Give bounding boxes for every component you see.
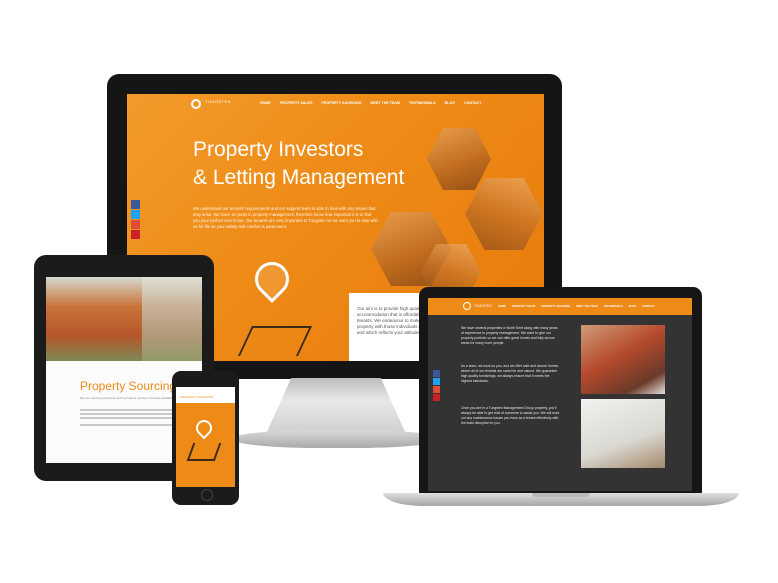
pinterest-icon[interactable] [131, 230, 140, 239]
hero-photo-houses [465, 178, 543, 250]
desktop-nav-menu: HOME PROPERTY SALES PROPERTY SOURCING ME… [260, 101, 481, 105]
monitor-stand-base [232, 430, 442, 448]
laptop-opening-notch [532, 493, 590, 497]
nav-item-property-sourcing[interactable]: PROPERTY SOURCING [321, 101, 361, 105]
laptop-paragraph-1: We have several properties in North Kent… [461, 326, 558, 345]
hero-title: Property Investors & Letting Management [193, 136, 404, 192]
hero-title-line2: & Letting Management [193, 166, 405, 189]
text-line [80, 424, 176, 426]
location-pin-icon [247, 254, 297, 304]
nav-item-contact[interactable]: CONTACT [464, 101, 481, 105]
tablet-photo-tree [142, 277, 202, 361]
nav-item-blog[interactable]: BLOG [629, 305, 637, 308]
home-icon [186, 443, 222, 461]
nav-item-blog[interactable]: BLOG [445, 101, 455, 105]
laptop-screen: TUNGSTEN HOME PROPERTY SALES PROPERTY SO… [428, 298, 692, 491]
laptop-paragraph-2: As a team, we work so you, and we offer … [461, 364, 559, 383]
monitor-stand-neck [266, 378, 406, 434]
nav-item-property-sales[interactable]: PROPERTY SALES [512, 305, 536, 308]
nav-item-property-sales[interactable]: PROPERTY SALES [280, 101, 313, 105]
google-plus-icon[interactable] [433, 386, 440, 393]
nav-item-home[interactable]: HOME [260, 101, 271, 105]
logo-icon[interactable] [191, 99, 201, 109]
nav-item-home[interactable]: HOME [498, 305, 506, 308]
logo-icon[interactable] [463, 302, 471, 310]
laptop-photo-house-exterior [581, 325, 665, 394]
nav-item-meet-the-team[interactable]: MEET THE TEAM [576, 305, 597, 308]
phone-screen: PROPERTY SOURCING [176, 387, 235, 487]
text-line [80, 413, 180, 415]
desktop-navbar: TUNGSTEN HOME PROPERTY SALES PROPERTY SO… [127, 94, 544, 114]
laptop-navbar: TUNGSTEN HOME PROPERTY SALES PROPERTY SO… [428, 298, 692, 315]
facebook-icon[interactable] [131, 200, 140, 209]
twitter-icon[interactable] [433, 378, 440, 385]
google-plus-icon[interactable] [131, 220, 140, 229]
phone-home-button[interactable] [201, 489, 213, 501]
hero-title-line1: Property Investors [193, 138, 364, 161]
hero-photo-family [427, 128, 491, 190]
logo-text[interactable]: TUNGSTEN [474, 304, 492, 308]
nav-item-contact[interactable]: CONTACT [642, 305, 655, 308]
hero-paragraph: We understand our tenants' requirements … [193, 206, 378, 229]
nav-item-testimonials[interactable]: TESTIMONIALS [409, 101, 436, 105]
laptop-nav-menu: HOME PROPERTY SALES PROPERTY SOURCING ME… [498, 305, 655, 308]
logo-text[interactable]: TUNGSTEN [205, 100, 231, 104]
facebook-icon[interactable] [433, 370, 440, 377]
phone-header-text: PROPERTY SOURCING [180, 395, 214, 399]
nav-item-property-sourcing[interactable]: PROPERTY SOURCING [541, 305, 570, 308]
location-pin-icon [192, 416, 216, 440]
laptop-paragraph-3: Once you are in a Tungsten Management Gr… [461, 406, 560, 425]
nav-item-testimonials[interactable]: TESTIMONIALS [603, 305, 622, 308]
laptop-photo-room-interior [581, 399, 665, 468]
home-icon [238, 326, 312, 356]
pinterest-icon[interactable] [433, 394, 440, 401]
twitter-icon[interactable] [131, 210, 140, 219]
tablet-heading: Property Sourcing [80, 379, 177, 393]
nav-item-meet-the-team[interactable]: MEET THE TEAM [371, 101, 400, 105]
